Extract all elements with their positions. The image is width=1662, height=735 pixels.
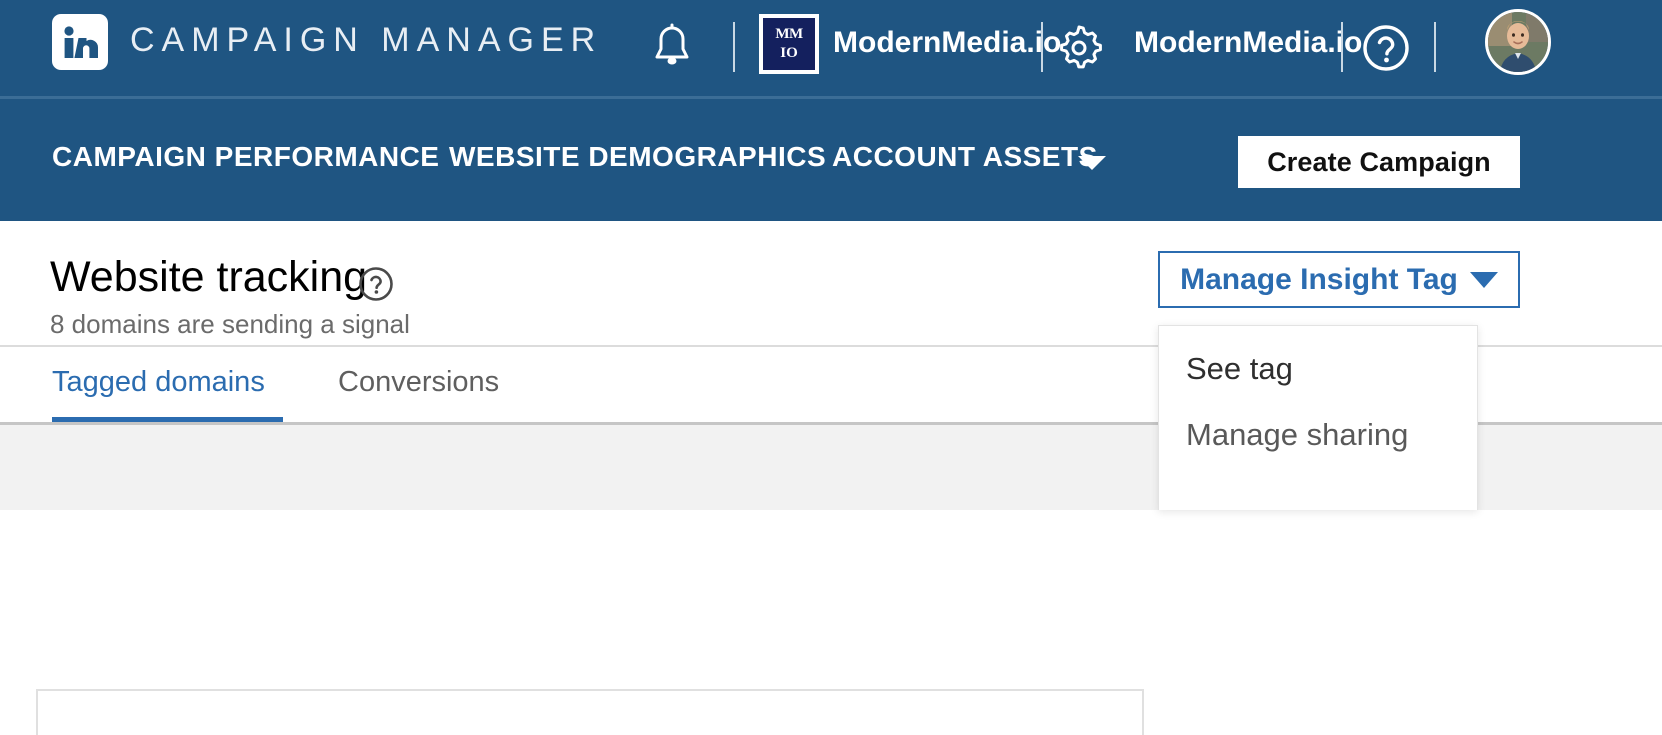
header-separator xyxy=(1041,22,1043,72)
linkedin-logo-icon[interactable] xyxy=(52,14,108,70)
bell-icon[interactable] xyxy=(648,20,696,76)
nav-item-campaign-performance[interactable]: CAMPAIGN PERFORMANCE xyxy=(52,141,439,173)
nav-item-account-assets[interactable]: ACCOUNT ASSETS xyxy=(832,141,1098,173)
chevron-down-icon xyxy=(1469,271,1498,288)
insight-tag-dropdown-menu: See tag Manage sharing xyxy=(1158,325,1478,510)
tab-tagged-domains[interactable]: Tagged domains xyxy=(52,366,265,399)
tab-conversions[interactable]: Conversions xyxy=(338,366,499,399)
page-subtitle: 8 domains are sending a signal xyxy=(50,309,410,339)
menu-item-manage-sharing[interactable]: Manage sharing xyxy=(1186,417,1408,453)
account-name-secondary[interactable]: ModernMedia.io xyxy=(1134,26,1362,60)
top-bar: CAMPAIGN MANAGER MM IO ModernMedia.io Mo… xyxy=(0,0,1662,96)
account-logo-line1: MM xyxy=(775,26,803,42)
account-name-primary[interactable]: ModernMedia.io xyxy=(833,26,1061,60)
header-separator xyxy=(1434,22,1436,72)
header-separator xyxy=(1341,22,1343,72)
question-circle-icon[interactable] xyxy=(1358,20,1414,76)
account-logo[interactable]: MM IO xyxy=(759,14,819,74)
chevron-down-icon[interactable] xyxy=(1078,156,1106,170)
page-title: Website tracking xyxy=(50,253,368,301)
account-logo-line2: IO xyxy=(780,45,798,61)
header-separator xyxy=(733,22,735,72)
manage-insight-tag-button[interactable]: Manage Insight Tag xyxy=(1158,251,1520,308)
menu-item-see-tag[interactable]: See tag xyxy=(1186,351,1293,387)
nav-item-website-demographics[interactable]: WEBSITE DEMOGRAPHICS xyxy=(449,141,826,173)
product-name: CAMPAIGN MANAGER xyxy=(130,21,603,59)
domains-table-card xyxy=(36,689,1144,735)
create-campaign-button[interactable]: Create Campaign xyxy=(1238,136,1520,188)
avatar[interactable] xyxy=(1485,9,1551,75)
manage-insight-tag-label: Manage Insight Tag xyxy=(1180,262,1458,296)
gear-icon[interactable] xyxy=(1052,20,1106,76)
question-circle-icon[interactable] xyxy=(357,265,395,303)
